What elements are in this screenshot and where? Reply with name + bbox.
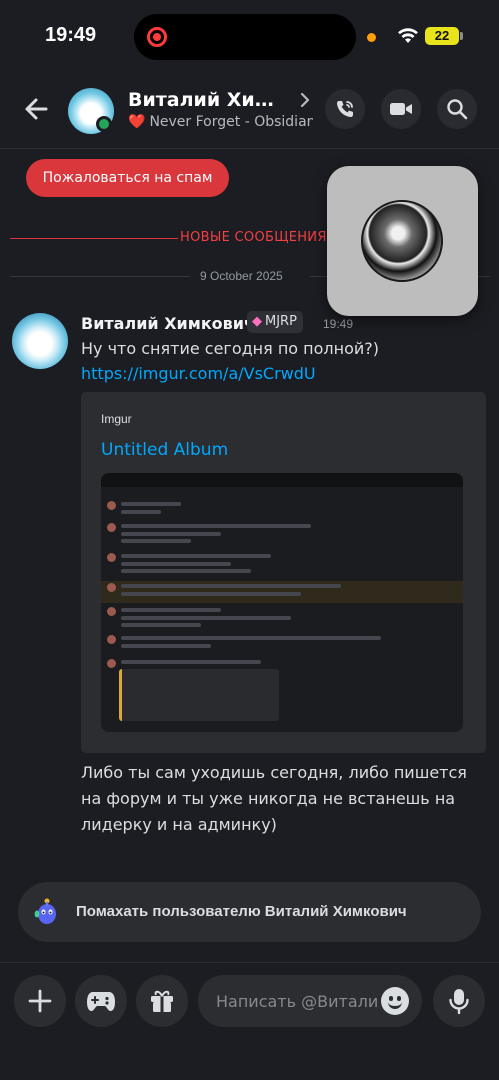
video-icon [390, 103, 412, 115]
video-call-button[interactable] [381, 89, 421, 129]
attach-button[interactable] [14, 975, 66, 1027]
embed-image-row [121, 532, 221, 536]
embed-image-row [121, 644, 211, 648]
battery-tip [460, 32, 463, 40]
wifi-icon [398, 28, 418, 43]
wave-label: Помахать пользователю Виталий Химкович [76, 903, 407, 920]
embed-provider: Imgur [101, 412, 132, 426]
chat-header: Виталий Химкович ❤️Never Forget - Obsidi… [0, 80, 499, 140]
embed-image-row [121, 524, 311, 528]
embed-image-row [121, 592, 301, 596]
online-status-icon [96, 116, 112, 132]
embed-image-avatar [107, 523, 116, 532]
date-separator-label: 9 October 2025 [200, 269, 283, 283]
report-spam-button[interactable]: Пожаловаться на спам [26, 159, 229, 197]
chevron-right-icon[interactable] [299, 92, 311, 108]
mic-indicator-icon [367, 33, 376, 42]
message-input[interactable] [216, 975, 378, 1027]
embed-image-row [121, 502, 181, 506]
status-bar: 19:49 22 [0, 0, 499, 72]
dynamic-island [134, 14, 356, 60]
embed-image-row [121, 616, 291, 620]
activities-button[interactable] [75, 975, 127, 1027]
message-composer [198, 975, 422, 1027]
gift-button[interactable] [136, 975, 188, 1027]
embed-image-row [121, 636, 381, 640]
embed-image-avatar [107, 607, 116, 616]
voice-message-button[interactable] [433, 975, 485, 1027]
embed-image-row [121, 608, 221, 612]
embed-image-titlebar [101, 473, 463, 487]
embed-image-avatar [107, 583, 116, 592]
call-icon [337, 101, 353, 117]
embed-image-row [121, 660, 261, 664]
embed-image-row [121, 539, 191, 543]
wumpus-wave-icon [34, 898, 56, 924]
embed-image-row [121, 569, 251, 573]
message-timestamp: 19:49 [323, 317, 354, 331]
battery-indicator: 22 [425, 27, 459, 45]
embed-image-row [121, 510, 161, 514]
pip-avatar [361, 200, 443, 282]
emoji-icon[interactable] [381, 987, 409, 1015]
emoji-icon-mouth [388, 1002, 402, 1009]
server-tag[interactable]: ◆ MJRP [247, 311, 303, 333]
embed-image[interactable] [101, 473, 463, 732]
header-divider [0, 148, 499, 149]
embed-image-row [121, 562, 231, 566]
server-tag-label: MJRP [265, 314, 297, 329]
plus-icon [28, 989, 52, 1013]
embed-image-quote [119, 669, 279, 721]
message-link[interactable]: https://imgur.com/a/VsCrwdU [81, 364, 316, 383]
gamepad-icon [87, 992, 115, 1011]
microphone-icon [449, 989, 469, 1015]
picture-in-picture-window[interactable] [327, 166, 478, 316]
back-button[interactable] [20, 92, 54, 126]
embed-image-row [121, 584, 341, 588]
search-icon [447, 99, 468, 120]
header-username[interactable]: Виталий Химкович [128, 89, 288, 111]
heart-icon: ❤️ [128, 114, 146, 130]
embed-image-row [121, 554, 271, 558]
message-followup-text: Либо ты сам уходишь сегодня, либо пишетс… [81, 763, 467, 834]
date-separator-line-left [10, 276, 190, 277]
embed-image-avatar [107, 501, 116, 510]
gem-icon: ◆ [252, 314, 262, 329]
arrow-left-icon [25, 98, 48, 120]
embed-image-avatar [107, 659, 116, 668]
message-text: Ну что снятие сегодня по полной?) [81, 339, 380, 358]
custom-status: ❤️Never Forget - Obsidian Sons [128, 114, 313, 130]
embed-image-avatar [107, 635, 116, 644]
message-avatar[interactable] [12, 313, 68, 369]
status-time: 19:49 [45, 24, 97, 46]
emoji-icon-eye [397, 996, 401, 1001]
search-button[interactable] [437, 89, 477, 129]
embed-title[interactable]: Untitled Album [101, 440, 228, 460]
recording-icon [147, 27, 167, 47]
embed-image-avatar [107, 553, 116, 562]
message-author[interactable]: Виталий Химкович [81, 314, 255, 333]
new-messages-label: НОВЫЕ СООБЩЕНИЯ [178, 230, 329, 245]
call-button[interactable] [325, 89, 365, 129]
gift-icon [151, 990, 173, 1012]
custom-status-text: Never Forget - Obsidian Sons [149, 114, 313, 130]
embed-image-row [121, 623, 201, 627]
composer-divider [0, 962, 499, 963]
emoji-icon-eye [389, 996, 393, 1001]
